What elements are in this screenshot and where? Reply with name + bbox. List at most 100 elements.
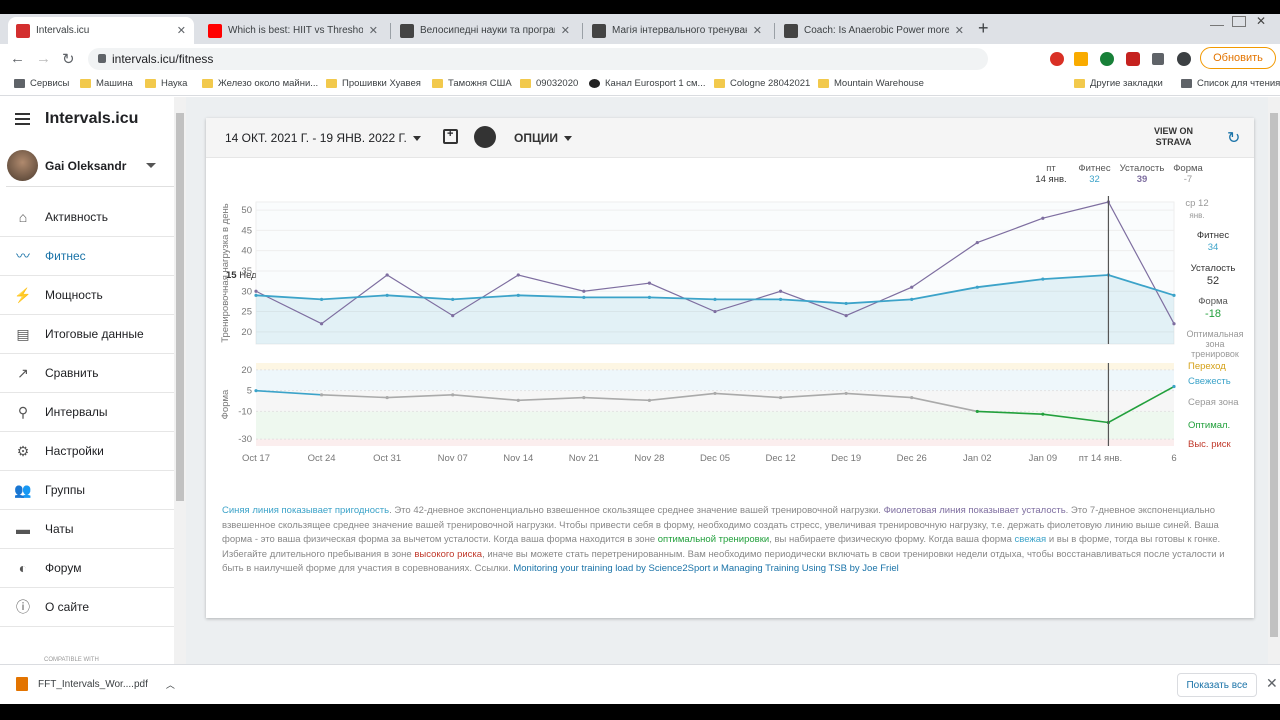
compatible-with-label: COMPATIBLE WITH [44,657,99,663]
bookmark-item[interactable]: Список для чтения [1181,78,1280,89]
folder-icon [1074,79,1085,88]
hover-fatigue: Усталость 52 [1190,263,1236,287]
minimize-button[interactable] [1210,20,1224,26]
apps-icon [14,79,25,88]
extension-icon[interactable] [1126,52,1140,66]
tab-youtube[interactable]: Which is best: HIIT vs Threshold vs✕ [200,17,386,44]
bookmark-item[interactable]: Сервисы [14,78,69,89]
y-tick-label: -10 [238,406,252,417]
tab-coach[interactable]: Coach: Is Anaerobic Power more tra ✕ [776,17,972,44]
x-tick-label: Oct 24 [308,453,336,464]
joe-friel-link[interactable]: Managing Training Using TSB by Joe Friel [721,563,899,574]
intervals-favicon [16,23,30,38]
x-tick-label: Dec 19 [831,453,861,464]
update-button[interactable]: Обновить [1200,47,1276,69]
tab-intervals[interactable]: Intervals.icu ✕ [8,17,194,44]
page-scrollbar[interactable] [1268,97,1280,664]
bookmark-item[interactable]: Таможня США [432,78,512,89]
science2sport-link[interactable]: Monitoring your training load by Science… [513,563,710,574]
y-tick-label: 20 [241,365,252,376]
trend-icon: 〰 [16,248,30,264]
scrollbar-thumb[interactable] [1270,113,1278,637]
optimal-zone [256,411,1174,440]
fitness-point [385,293,389,297]
bookmark-item[interactable]: Mountain Warehouse [818,78,924,89]
forward-icon[interactable]: → [36,50,51,67]
form-point [582,395,586,400]
zone-optimal-label: Оптимал. [1188,420,1231,431]
form-point [385,395,389,400]
group-icon: 👥 [14,481,32,498]
bookmark-item[interactable]: Наука [145,78,187,89]
x-tick-label: Dec 26 [897,453,927,464]
menu-icon[interactable] [15,113,30,125]
sidebar-item-about[interactable]: ⓘ О сайте [0,588,174,627]
fitness-point [647,295,652,299]
eurosport-icon [589,79,600,88]
url-field[interactable]: intervals.icu/fitness [88,48,988,70]
sidebar-item-chats[interactable]: ▬ Чаты [0,510,174,549]
download-item[interactable]: FFT_Intervals_Wor....pdf ︿ [16,677,175,691]
reload-icon[interactable]: ↻ [62,50,75,68]
sidebar-item-groups[interactable]: 👥 Группы [0,471,174,510]
user-menu[interactable]: Gai Oleksandr [6,147,174,187]
close-icon[interactable]: ✕ [369,24,378,37]
back-icon[interactable]: ← [10,50,25,67]
form-point [451,393,455,397]
summary-icon: ▤ [16,325,30,342]
bookmark-item[interactable]: Другие закладки [1074,78,1163,89]
tab-interval-magic[interactable]: Магія інтервального тренування (✕ [584,17,770,44]
fitness-chart[interactable]: 20 25 30 35 40 45 50 Тренировочная нагрузка в д… [206,118,1254,478]
y-tick-label: 20 [241,327,252,338]
chevron-up-icon[interactable]: ︿ [166,678,175,691]
hover-form: Форма -18 [1198,296,1228,320]
extension-icon[interactable] [1100,52,1114,66]
fatigue-point [1041,216,1045,220]
window-close-button[interactable]: ✕ [1256,14,1270,28]
sidebar-item-activity[interactable]: ⌂ Активность [0,198,174,237]
sidebar-scrollbar[interactable] [174,97,186,664]
sidebar-item-fitness[interactable]: 〰 Фитнес [0,237,174,276]
close-icon[interactable]: ✕ [1266,675,1278,692]
bookmark-item[interactable]: Cologne 28042021 [714,78,810,89]
bookmark-item[interactable]: Железо около майни... [202,78,318,89]
show-all-button[interactable]: Показать все [1177,673,1257,697]
close-icon[interactable]: ✕ [561,24,570,37]
fatigue-point [778,289,783,293]
puzzle-icon[interactable] [1152,53,1164,65]
sidebar-item-settings[interactable]: ⚙ Настройки [0,432,174,471]
bookmark-item[interactable]: Прошивки Хуавея [326,78,421,89]
maximize-button[interactable] [1232,16,1246,27]
fitness-point [975,285,979,289]
scrollbar-thumb[interactable] [176,113,184,501]
sidebar-item-compare[interactable]: ↗ Сравнить [0,354,174,393]
folder-icon [818,79,829,88]
profile-icon[interactable] [1177,52,1191,66]
youtube-icon [208,23,222,38]
opera-extension-icon[interactable] [1050,52,1064,66]
bookmark-item[interactable]: 09032020 [520,78,578,89]
sidebar-item-intervals[interactable]: ⚲ Интервалы [0,393,174,432]
sidebar-item-forum[interactable]: ◐ Форум [0,549,174,588]
close-icon[interactable]: ✕ [955,24,964,37]
bolt-icon: ⚡ [14,286,32,303]
extension-icon[interactable] [1074,52,1088,66]
x-tick-label: Oct 31 [373,453,401,464]
sidebar-item-power[interactable]: ⚡ Мощность [0,276,174,315]
brand-title[interactable]: Intervals.icu [45,110,138,128]
x-tick-label: Jan 02 [963,453,992,464]
x-tick-label: Nov 21 [569,453,599,464]
fatigue-point [844,314,848,318]
sidebar-item-summary[interactable]: ▤ Итоговые данные [0,315,174,354]
lock-icon [98,54,106,63]
tab-science[interactable]: Велосипедні науки та програми д✕ [392,17,578,44]
folder-icon [80,79,91,88]
new-tab-button[interactable]: + [978,18,989,39]
close-icon[interactable]: ✕ [753,24,762,37]
close-icon[interactable]: ✕ [177,24,186,37]
avatar [7,150,38,181]
form-point [647,398,652,402]
hover-zone: Оптимальная зона тренировок [1186,329,1244,359]
bookmark-item[interactable]: Машина [80,78,133,89]
bookmark-item[interactable]: Канал Eurosport 1 см... [589,78,705,89]
